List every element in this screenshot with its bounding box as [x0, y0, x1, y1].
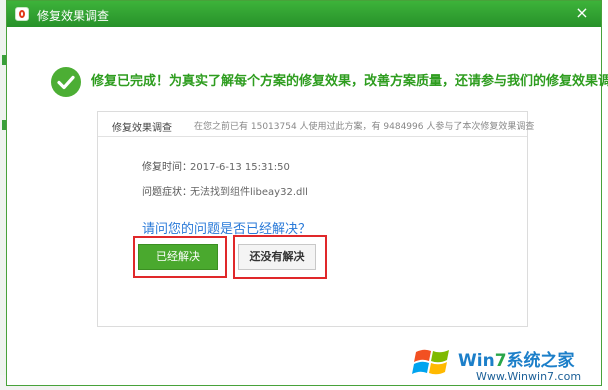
watermark-brand-suffix: 系统之家	[506, 351, 575, 371]
highlight-box-not-solved	[233, 235, 327, 279]
watermark-url: Www.Winwin7.com	[476, 370, 582, 383]
title-bar[interactable]: 修复效果调查 ×	[7, 1, 601, 27]
watermark-brand-prefix: Win	[458, 351, 495, 371]
symptom-label: 问题症状：	[142, 187, 192, 198]
close-button[interactable]: ×	[573, 4, 591, 22]
app-logo-icon	[15, 7, 29, 21]
completion-message: 修复已完成！为真实了解每个方案的修复效果，改善方案质量，还请参与我们的修复效果调…	[91, 74, 608, 89]
survey-dialog: 修复效果调查 × 修复已完成！为真实了解每个方案的修复效果，改善方案质量，还请参…	[6, 0, 608, 386]
symptom-row: 问题症状：无法找到组件libeay32.dll	[142, 183, 308, 198]
window-title: 修复效果调查	[37, 9, 110, 23]
repair-time-value: 2017-6-13 15:31:50	[190, 162, 290, 173]
highlight-box-solved	[133, 236, 227, 278]
repair-time-row: 修复时间：2017-6-13 15:31:50	[142, 158, 290, 173]
repair-time-label: 修复时间：	[142, 162, 192, 173]
success-check-icon	[51, 67, 81, 97]
panel-title: 修复效果调查	[112, 123, 172, 134]
symptom-value: 无法找到组件libeay32.dll	[190, 187, 308, 198]
panel-header: 修复效果调查 在您之前已有 15013754 人使用过此方案，有 9484996…	[98, 112, 534, 137]
watermark-brand: Win7系统之家	[458, 346, 575, 371]
watermark-brand-seven: 7	[494, 351, 507, 371]
watermark: Win7系统之家 Www.Winwin7.com	[412, 340, 602, 388]
survey-panel: 修复效果调查 在您之前已有 15013754 人使用过此方案，有 9484996…	[97, 111, 534, 327]
usage-stats: 在您之前已有 15013754 人使用过此方案，有 9484996 人参与了本次…	[194, 122, 535, 132]
windows-logo-icon	[412, 349, 449, 375]
